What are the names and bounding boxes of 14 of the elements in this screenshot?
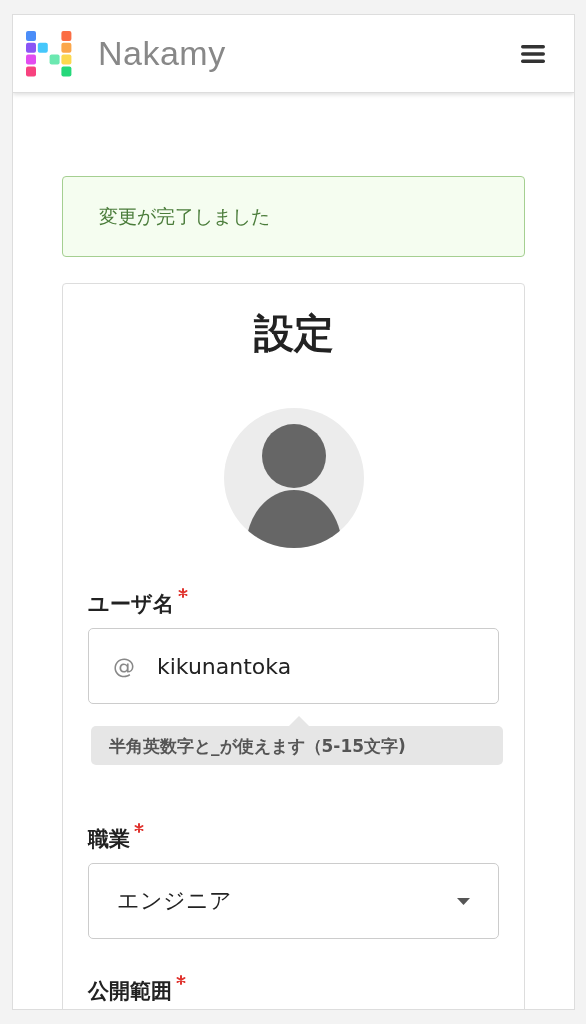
card-title: 設定 [253,309,334,358]
field-label: ユーザ名 [88,591,174,618]
at-prefix: @ [113,653,135,679]
avatar-icon[interactable] [223,408,364,548]
field-label: 公開範囲 [88,978,172,1005]
occupation-select[interactable]: エンジニア [88,863,499,939]
logo-icon [26,30,72,77]
username-field[interactable]: @ kikunantoka [88,628,499,704]
hint-text: 半角英数字と_が使えます（5-15文字) [109,736,406,756]
menu-icon[interactable] [521,43,545,64]
alert-message: 変更が完了しました [99,205,270,227]
brand-name[interactable]: Nakamy [98,34,521,73]
field-label: 職業 [88,826,130,853]
caret-icon [457,897,470,905]
